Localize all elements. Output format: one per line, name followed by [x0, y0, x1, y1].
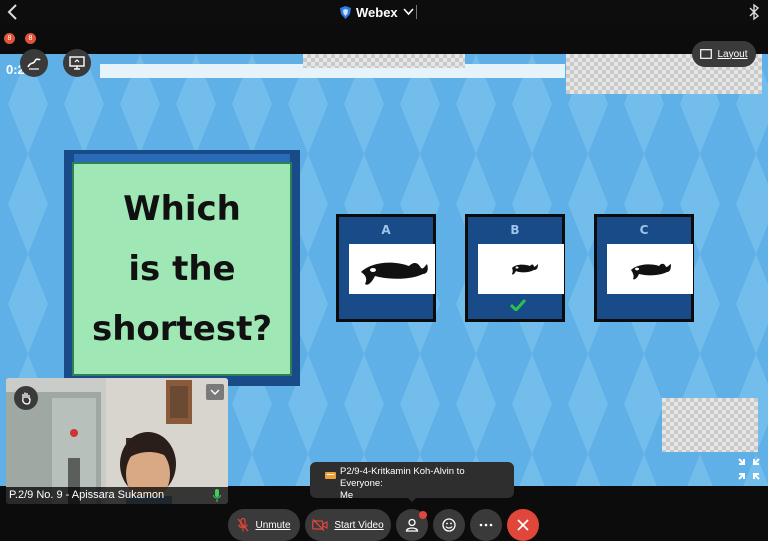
chat-sender-line: P2/9-4-Kritkamin Koh-Alvin to Everyone: — [340, 466, 465, 489]
leave-meeting-button[interactable] — [507, 509, 539, 541]
start-video-label: Start Video — [334, 519, 384, 531]
answer-letter: A — [381, 223, 391, 237]
chevron-down-icon — [210, 389, 220, 395]
participants-notification-dot — [419, 511, 427, 519]
mic-muted-icon — [237, 518, 249, 532]
webex-shield-icon — [340, 5, 351, 19]
self-name-label: P.2/9 No. 9 - Apissara Sukamon — [6, 487, 228, 504]
chat-message: Me — [340, 490, 354, 501]
orca-image — [478, 244, 564, 294]
raise-hand-icon — [22, 392, 31, 405]
self-video-tile[interactable] — [6, 378, 228, 504]
check-icon — [510, 299, 526, 311]
question-panel: Which is the shortest? — [72, 162, 292, 376]
app-title-button[interactable]: Webex — [340, 3, 414, 21]
unmute-label: Unmute — [255, 519, 291, 531]
title-divider — [416, 5, 417, 19]
recording-badge: 8 — [25, 33, 36, 44]
answer-card-c[interactable]: C — [594, 214, 694, 322]
recording-badge: 8 — [4, 33, 15, 44]
reactions-icon — [442, 518, 456, 532]
start-video-button[interactable]: Start Video — [305, 509, 391, 541]
chevron-down-icon — [403, 8, 414, 16]
reactions-button[interactable] — [433, 509, 465, 541]
more-icon — [479, 523, 493, 527]
expand-icon[interactable] — [738, 458, 760, 480]
toast-pointer — [406, 496, 418, 502]
chat-notification[interactable]: P2/9-4-Kritkamin Koh-Alvin to Everyone: … — [310, 462, 514, 501]
orca-image — [607, 244, 693, 294]
back-icon[interactable] — [6, 3, 20, 21]
layout-button[interactable]: Layout — [692, 41, 756, 67]
chat-icon — [325, 472, 336, 479]
share-screen-button[interactable] — [63, 49, 91, 77]
layout-label: Layout — [717, 48, 748, 60]
self-video-feed — [6, 378, 228, 504]
answer-card-b[interactable]: B — [465, 214, 565, 322]
question-text: Which is the shortest? — [91, 189, 273, 349]
annotate-button[interactable] — [20, 49, 48, 77]
more-options-button[interactable] — [470, 509, 502, 541]
answer-letter: B — [510, 223, 520, 237]
video-off-icon — [312, 519, 328, 531]
leave-icon — [517, 519, 529, 531]
masked-region — [303, 54, 465, 68]
answer-letter: C — [639, 223, 649, 237]
bluetooth-icon — [749, 3, 760, 21]
recording-indicators: 8 8 — [4, 33, 36, 44]
masked-region — [662, 398, 758, 452]
unmute-button[interactable]: Unmute — [228, 509, 300, 541]
raise-hand-button[interactable] — [14, 386, 38, 410]
layout-icon — [700, 49, 713, 59]
answer-card-a[interactable]: A — [336, 214, 436, 322]
app-title: Webex — [356, 4, 398, 20]
participants-icon — [405, 518, 419, 532]
annotate-icon — [27, 58, 41, 70]
orca-image — [349, 244, 435, 294]
mic-icon — [213, 489, 221, 502]
share-screen-icon — [69, 56, 85, 70]
question-card-header — [74, 154, 290, 162]
question-card: Which is the shortest? — [64, 150, 300, 386]
collapse-self-view-button[interactable] — [206, 384, 224, 400]
